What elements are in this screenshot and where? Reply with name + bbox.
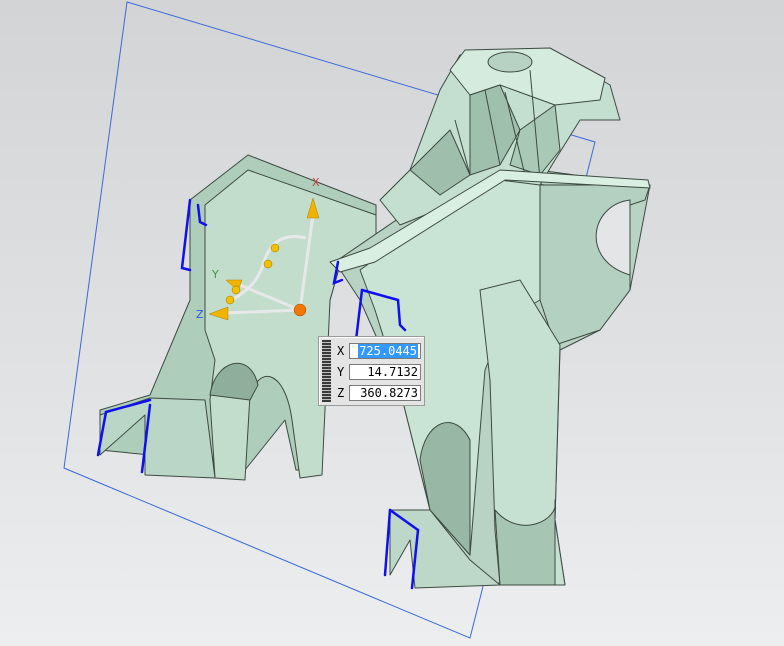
coord-row-z: Z 360.8273: [337, 384, 421, 402]
x-coord-label: X: [337, 344, 345, 358]
y-coord-input[interactable]: 14.7132: [349, 364, 421, 380]
coordinate-input-panel[interactable]: X 725.0445 Y 14.7132 Z 360.8273: [318, 336, 425, 406]
triad-handle[interactable]: [225, 295, 235, 305]
y-coord-value: 14.7132: [367, 365, 418, 379]
triad-y-label: Y: [212, 268, 219, 281]
drag-grip-handle[interactable]: [322, 340, 331, 402]
triad-origin-handle[interactable]: [293, 303, 307, 317]
coord-row-y: Y 14.7132: [337, 363, 421, 381]
triad-z-label: Z: [196, 308, 204, 321]
graphics-viewport[interactable]: X Y Z: [0, 0, 784, 646]
z-coord-input[interactable]: 360.8273: [349, 385, 421, 401]
part-face[interactable]: [487, 51, 533, 73]
selected-edge[interactable]: [383, 508, 392, 577]
z-coord-value: 360.8273: [360, 386, 418, 400]
selected-edge[interactable]: [180, 198, 192, 272]
x-coord-value: 725.0445: [358, 344, 418, 358]
x-coord-input[interactable]: 725.0445: [349, 343, 421, 359]
model-canvas[interactable]: [0, 0, 784, 646]
triad-x-label: X: [312, 176, 320, 189]
coord-row-x: X 725.0445: [337, 342, 421, 360]
triad-handle[interactable]: [270, 243, 280, 253]
triad-handle[interactable]: [231, 285, 241, 295]
part-body[interactable]: [99, 47, 651, 589]
y-coord-label: Y: [337, 365, 345, 379]
z-coord-label: Z: [337, 386, 345, 400]
triad-handle[interactable]: [263, 259, 273, 269]
